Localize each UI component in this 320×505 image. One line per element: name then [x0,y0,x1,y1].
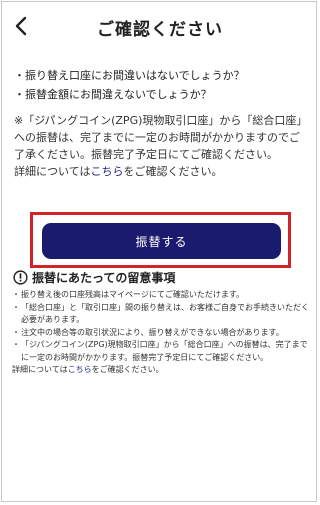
transfer-button-label: 振替する [135,234,188,249]
notice-item: ・注文中の場合等の取引状況により、振り替えができない場合があります。 [12,327,310,340]
check-item: ・振り替え口座にお間違いはないでしょうか？ [14,69,245,82]
note-detail: 詳細についてはこちらをご確認ください。 [14,163,310,180]
notice-detail-suffix: をご確認ください。 [91,365,164,374]
notice-detail-prefix: 詳細については [12,365,68,374]
notice-details-link[interactable]: こちら [68,365,92,374]
notice-list: ・振り替え後の口座残高はマイページにてご確認いただけます。 ・「総合口座」と「取… [12,289,310,377]
page-title: ご確認ください [97,20,223,40]
notice-item: ・振り替え後の口座残高はマイページにてご確認いただけます。 [12,289,310,302]
notice-detail: 詳細についてはこちらをご確認ください。 [12,364,310,377]
notice-title: 振替にあたっての留意事項 [32,270,176,285]
notice-item: ・「総合口座」と「取引口座」間の振り替えは、お客様ご自身でお手続きいただく必要が… [12,302,310,327]
note-text: ※「ジパングコイン(ZPG)現物取引口座」から「総合口座」への振替は、完了までに… [14,114,308,161]
confirmation-checks: ・振り替え口座にお間違いはないでしょうか？ ・振替金額にお間違えないでしょうか？ [14,66,310,104]
details-link[interactable]: こちら [90,165,123,178]
notice-item: ・「ジパングコイン(ZPG)現物取引口座」から「総合口座」への振替は、完了までに… [12,339,310,364]
notice-item-text: 「ジパングコイン(ZPG)現物取引口座」から「総合口座」への振替は、完了までに一… [21,340,308,362]
notice-item-text: 振り替え後の口座残高はマイページにてご確認いただけます。 [21,290,245,299]
header: ご確認ください [2,2,318,54]
notice-item-text: 注文中の場合等の取引状況により、振り替えができない場合があります。 [21,327,284,337]
check-item: ・振替金額にお間違えないでしょうか？ [14,88,212,101]
note-detail-prefix: 詳細については [14,165,91,178]
notice-item-text: 「総合口座」と「取引口座」間の振り替えは、お客様ご自身でお手続きいただく必要があ… [21,302,309,325]
transfer-note: ※「ジパングコイン(ZPG)現物取引口座」から「総合口座」への振替は、完了までに… [14,112,310,180]
notice-heading: 振替にあたっての留意事項 [13,268,309,286]
screen-frame: ご確認ください ・振り替え口座にお間違いはないでしょうか？ ・振替金額にお間違え… [1,1,317,502]
note-detail-suffix: をご確認ください。 [123,165,223,178]
exclamation-circle-icon [13,269,28,285]
transfer-button[interactable]: 振替する [42,223,281,259]
